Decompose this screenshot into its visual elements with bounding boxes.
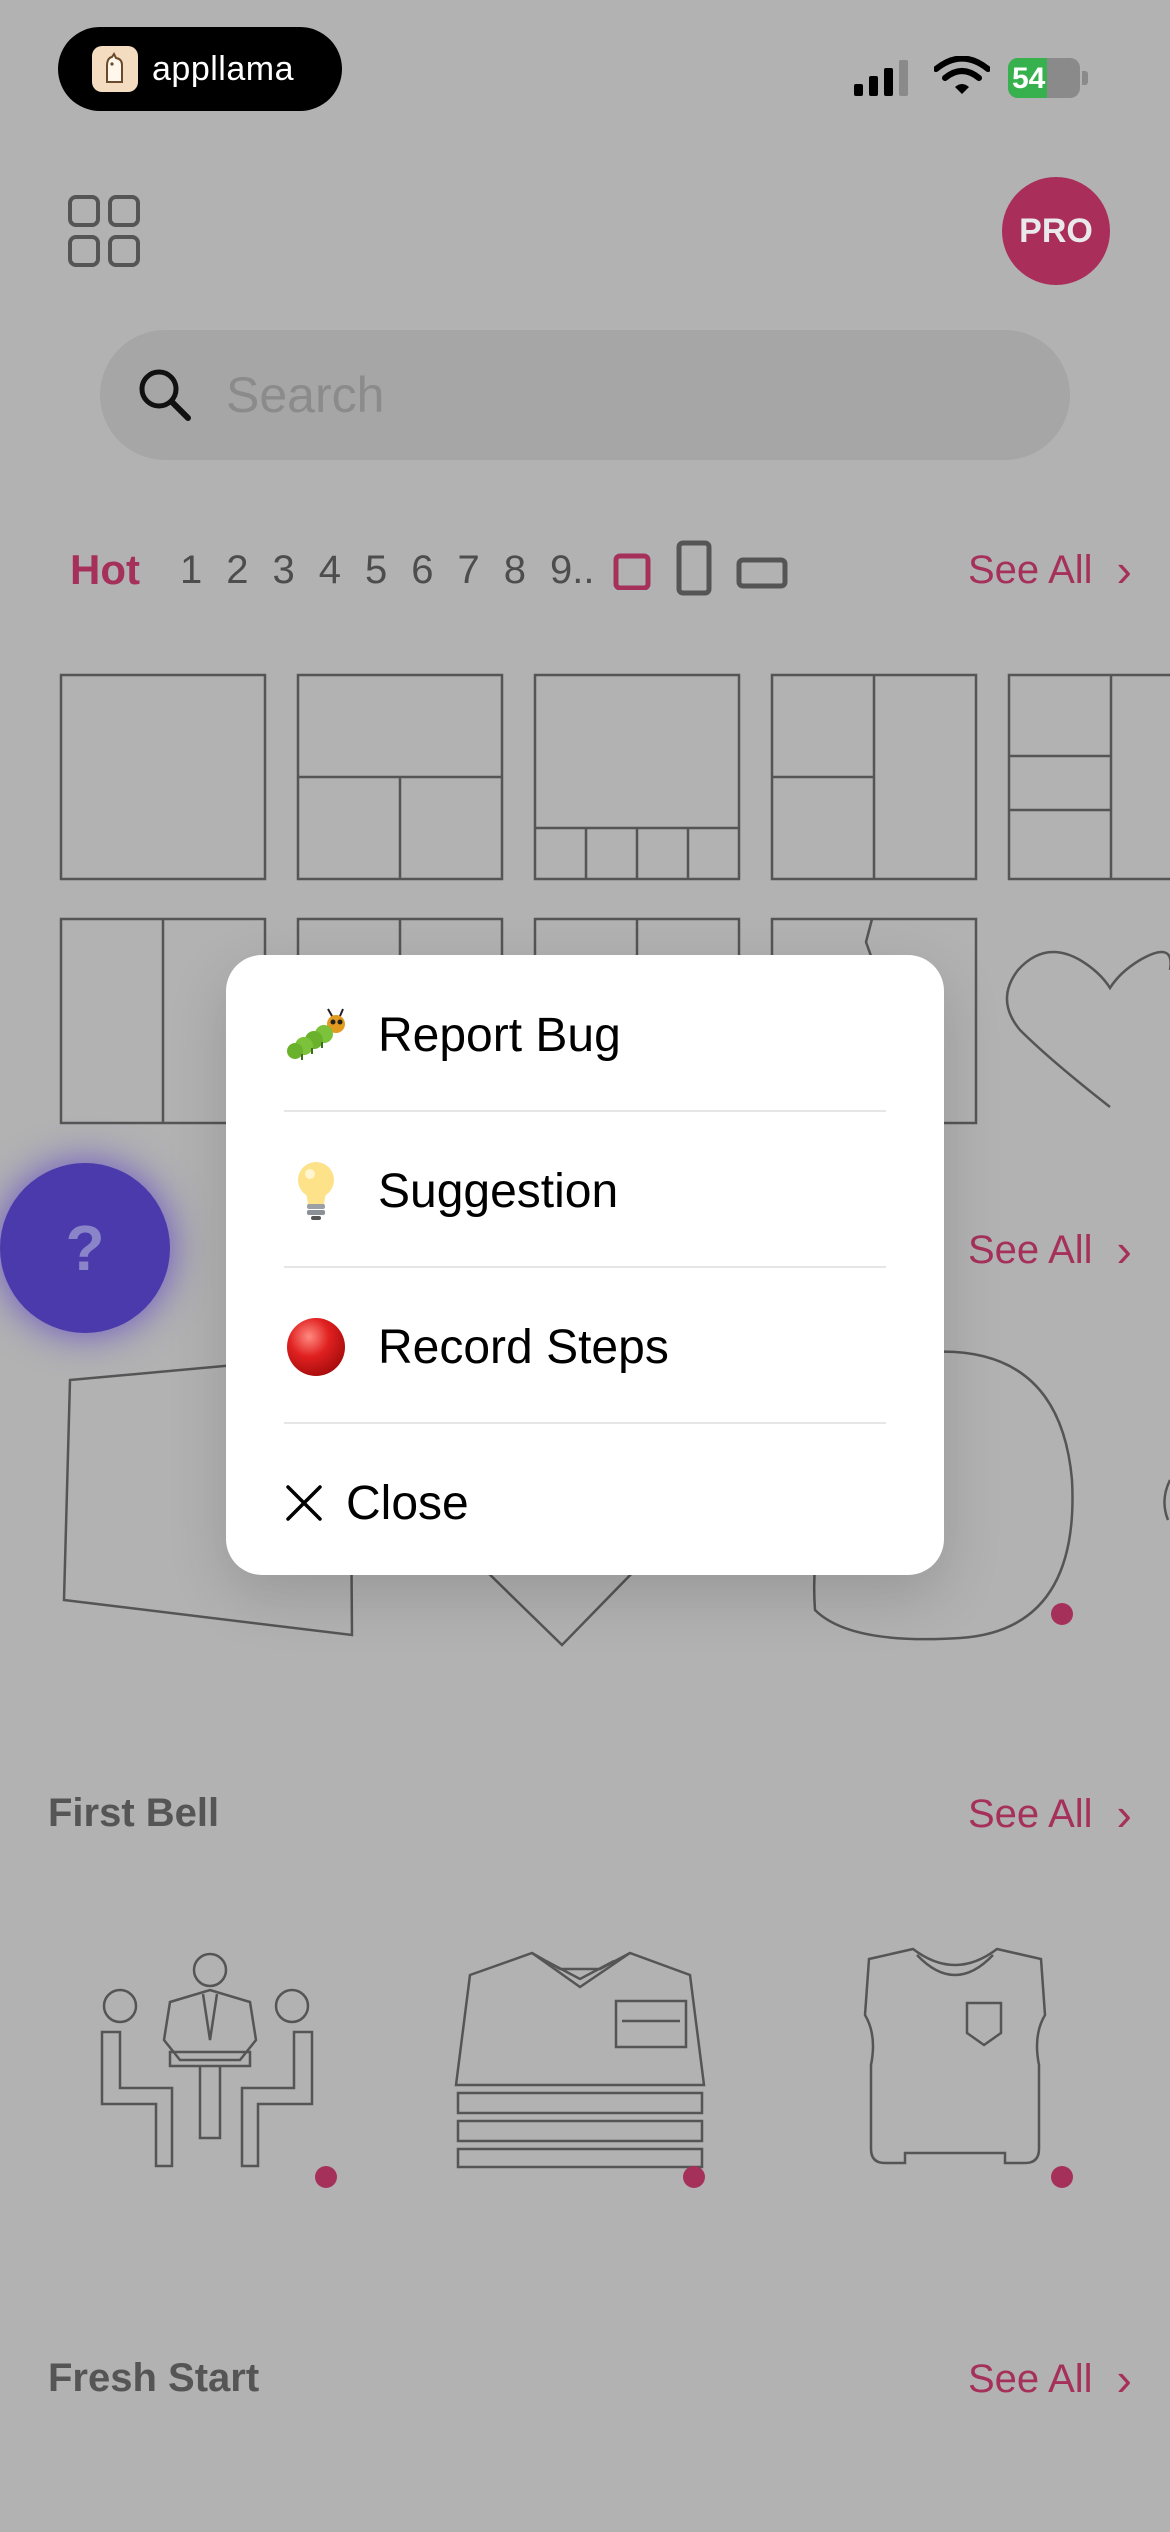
battery-icon: 54: [1008, 58, 1088, 98]
filter-tab-6[interactable]: 6: [411, 548, 433, 593]
close-icon: [286, 1485, 322, 1521]
menu-divider: [284, 1422, 886, 1424]
filter-tab-5[interactable]: 5: [365, 548, 387, 593]
see-all-label: See All: [968, 1791, 1093, 1836]
filter-tab-2[interactable]: 2: [226, 548, 248, 593]
question-mark-icon: ?: [65, 1212, 105, 1284]
new-indicator-dot: [315, 2166, 337, 2188]
pro-label: PRO: [1019, 211, 1093, 250]
portrait-ratio-icon[interactable]: [674, 540, 714, 600]
menu-item-label: Report Bug: [378, 1008, 621, 1062]
cellular-signal-icon: [854, 60, 908, 96]
grid-menu-icon[interactable]: [68, 195, 140, 267]
close-label: Close: [346, 1476, 469, 1530]
search-input[interactable]: [224, 365, 928, 425]
filter-tab-9-plus[interactable]: 9..: [550, 548, 594, 593]
layout-filter-tabs: Hot 1 2 3 4 5 6 7 8 9..: [70, 540, 788, 600]
menu-item-label: Suggestion: [378, 1164, 619, 1218]
chevron-right-icon: ›: [1116, 544, 1132, 596]
chevron-right-icon: ›: [1116, 1224, 1132, 1276]
menu-item-record-steps[interactable]: Record Steps: [284, 1269, 886, 1425]
see-all-label: See All: [968, 1227, 1093, 1272]
template-3-left-1-right[interactable]: [1007, 673, 1170, 881]
square-ratio-icon[interactable]: [612, 550, 652, 590]
filter-tab-hot[interactable]: Hot: [70, 546, 140, 594]
search-bar[interactable]: [100, 330, 1070, 460]
close-menu-button[interactable]: Close: [284, 1425, 886, 1581]
pro-button[interactable]: PRO: [1002, 177, 1110, 285]
filter-tab-1[interactable]: 1: [180, 548, 202, 593]
filter-tab-3[interactable]: 3: [272, 548, 294, 593]
see-all-label: See All: [968, 547, 1093, 592]
search-icon: [139, 369, 191, 421]
filter-tab-7[interactable]: 7: [457, 548, 479, 593]
landscape-ratio-icon[interactable]: [736, 550, 788, 590]
llama-logo-icon: [92, 46, 138, 92]
school-vest-icon[interactable]: [855, 1945, 1055, 2170]
chevron-right-icon: ›: [1116, 1788, 1132, 1840]
section-title-first-bell: First Bell: [48, 1791, 220, 1835]
section-title-fresh-start: Fresh Start: [48, 2356, 260, 2400]
help-feedback-button[interactable]: ?: [0, 1163, 170, 1333]
new-indicator-dot: [683, 2166, 705, 2188]
lightbulb-icon: [284, 1159, 348, 1223]
menu-item-suggestion[interactable]: Suggestion: [284, 1113, 886, 1269]
see-all-fresh-start[interactable]: See All ›: [968, 2349, 1132, 2409]
menu-item-report-bug[interactable]: Report Bug: [284, 957, 886, 1113]
battery-percent: 54: [1012, 62, 1046, 95]
brand-name: appllama: [152, 49, 294, 88]
template-heart[interactable]: [1005, 950, 1170, 1108]
chevron-right-icon: ›: [1116, 2353, 1132, 2405]
template-single[interactable]: [59, 673, 267, 881]
filter-tab-8[interactable]: 8: [504, 548, 526, 593]
new-indicator-dot: [1051, 1603, 1073, 1625]
new-indicator-dot: [1051, 2166, 1073, 2188]
see-all-shapes[interactable]: See All ›: [968, 1220, 1132, 1280]
feedback-menu: Report Bug Suggestion Record Steps Close: [226, 955, 944, 1575]
menu-divider: [284, 1266, 886, 1268]
meeting-table-icon[interactable]: [80, 1940, 320, 2180]
see-all-label: See All: [968, 2356, 1093, 2401]
template-1-top-2-bottom[interactable]: [296, 673, 504, 881]
template-1-top-4-bottom[interactable]: [533, 673, 741, 881]
see-all-first-bell[interactable]: See All ›: [968, 1784, 1132, 1844]
template-2-left-1-right[interactable]: [770, 673, 978, 881]
filter-tab-4[interactable]: 4: [319, 548, 341, 593]
menu-divider: [284, 1110, 886, 1112]
red-circle-icon: [284, 1315, 348, 1379]
folded-shirts-icon[interactable]: [450, 1945, 710, 2170]
see-all-hot[interactable]: See All ›: [968, 540, 1132, 600]
menu-item-label: Record Steps: [378, 1320, 669, 1374]
wifi-icon: [934, 56, 990, 94]
brand-pill[interactable]: appllama: [58, 27, 342, 111]
caterpillar-icon: [284, 1003, 348, 1067]
